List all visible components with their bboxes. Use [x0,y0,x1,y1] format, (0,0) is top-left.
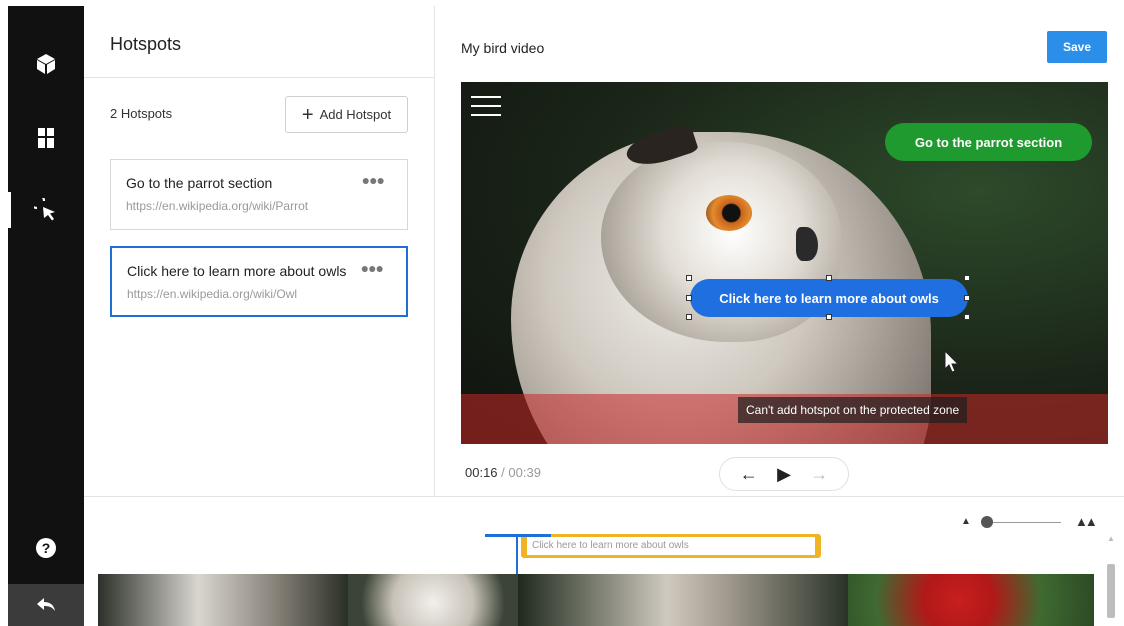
more-options-icon[interactable]: ●●● [361,260,384,276]
app-window: ? Hotspots 2 Hotspots + Add Hotspot Go t… [8,6,1124,626]
hotspot-url: https://en.wikipedia.org/wiki/Owl [127,287,298,301]
hotspot-title: Go to the parrot section [126,175,273,191]
film-icon[interactable] [32,124,60,152]
playback-controls: ← ▶ → [719,457,849,491]
resize-handle[interactable] [686,275,692,281]
video-title: My bird video [461,40,545,56]
arrow-right-icon[interactable]: → [810,464,828,485]
track-right-handle[interactable] [815,537,819,555]
add-hotspot-label: Add Hotspot [319,107,392,122]
zoom-track [985,522,1061,523]
hotspot-card-parrot[interactable]: Go to the parrot section https://en.wiki… [110,159,408,230]
hotspot-timeline-track[interactable]: Click here to learn more about owls [521,534,821,558]
scroll-thumb[interactable] [1107,564,1115,618]
plus-icon: + [301,103,314,126]
back-icon [32,591,60,619]
video-preview[interactable]: Go to the parrot section Click here to l… [461,82,1108,444]
mouse-pointer-icon [944,349,962,379]
hotspots-panel: Hotspots 2 Hotspots + Add Hotspot Go to … [84,6,435,496]
svg-text:?: ? [42,540,51,556]
zoom-knob[interactable] [981,516,993,528]
total-time: 00:39 [508,465,541,480]
help-icon[interactable]: ? [32,534,60,562]
time-separator: / [501,465,505,480]
panel-title: Hotspots [110,34,182,54]
owl-eye [706,195,752,231]
zoom-out-icon[interactable]: ▲ [961,516,971,527]
thumbnail-strip[interactable] [98,574,1094,626]
hotspot-url: https://en.wikipedia.org/wiki/Parrot [126,199,309,213]
hotspot-parrot-overlay[interactable]: Go to the parrot section [885,123,1092,161]
resize-handle[interactable] [964,295,970,301]
arrow-left-icon[interactable]: ← [740,464,758,485]
resize-handle[interactable] [964,275,970,281]
thumbnail [518,574,848,626]
protected-zone-label: Can't add hotspot on the protected zone [738,397,968,423]
resize-handle[interactable] [826,314,832,320]
zoom-in-icon[interactable]: ▲▲ [1075,514,1098,529]
resize-handle[interactable] [686,295,692,301]
hotspot-title: Click here to learn more about owls [127,263,347,279]
back-button[interactable] [8,584,84,626]
track-left-handle[interactable] [523,537,527,555]
resize-handle[interactable] [964,314,970,320]
active-indicator [8,192,11,228]
timeline-scrollbar[interactable]: ▲ [1105,534,1117,626]
cursor-select-icon[interactable] [32,196,60,224]
playhead-marker[interactable] [485,534,551,537]
more-options-icon[interactable]: ●●● [362,172,385,188]
zoom-slider[interactable]: ▲ ▲▲ [957,514,1098,530]
hotspot-card-owl[interactable]: Click here to learn more about owls http… [110,246,408,317]
time-display: 00:16 / 00:39 [465,465,541,480]
owl-beak [796,227,818,261]
resize-handle[interactable] [686,314,692,320]
save-button[interactable]: Save [1047,31,1107,63]
menu-icon[interactable] [471,96,501,118]
cube-icon[interactable] [32,50,60,78]
scroll-up-icon[interactable]: ▲ [1107,534,1115,543]
thumbnail [848,574,1094,626]
resize-handle[interactable] [826,275,832,281]
thumbnail [348,574,518,626]
track-label: Click here to learn more about owls [532,540,689,551]
add-hotspot-button[interactable]: + Add Hotspot [285,96,408,133]
thumbnail [98,574,348,626]
play-icon[interactable]: ▶ [777,464,791,485]
current-time: 00:16 [465,465,498,480]
hotspot-owl-overlay[interactable]: Click here to learn more about owls [690,279,968,317]
hotspot-count: 2 Hotspots [110,106,173,121]
sidebar-rail: ? [8,6,84,626]
